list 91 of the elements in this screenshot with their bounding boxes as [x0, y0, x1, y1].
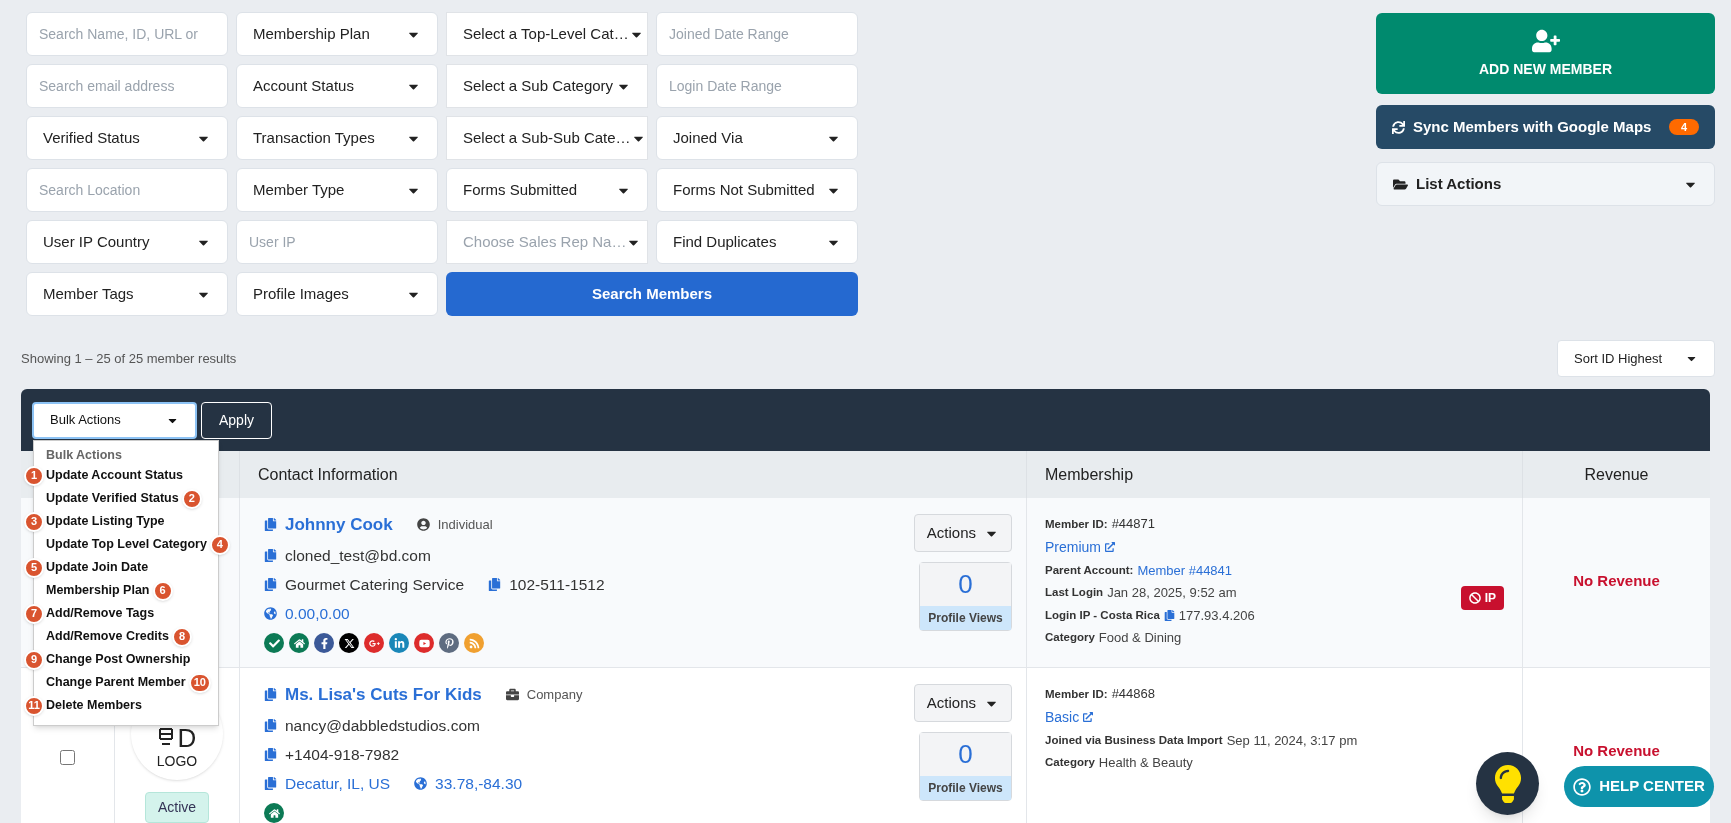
filter-dropdown[interactable]: User IP Country: [26, 220, 228, 264]
sort-dropdown[interactable]: Sort ID Highest: [1557, 340, 1715, 377]
results-count: Showing 1 – 25 of 25 member results: [21, 349, 237, 368]
detail-label: Joined via Business Data Import: [1045, 732, 1223, 748]
contact-link[interactable]: Decatur, IL, US: [285, 772, 391, 796]
views-count: 0: [920, 733, 1011, 776]
sync-button[interactable]: Sync Members with Google Maps 4: [1376, 105, 1715, 149]
step-badge: 4: [209, 534, 230, 555]
add-member-button[interactable]: ADD NEW MEMBER: [1376, 13, 1715, 94]
detail-link[interactable]: Member #44841: [1137, 560, 1233, 580]
member-name-link[interactable]: Johnny Cook: [285, 512, 393, 538]
apply-button[interactable]: Apply: [201, 401, 272, 439]
detail-value: Jan 28, 2025, 9:52 am: [1107, 584, 1237, 602]
detail-label: Parent Account:: [1045, 562, 1134, 578]
menu-item[interactable]: Add/Remove Credits: [46, 627, 169, 646]
menu-item[interactable]: Update Top Level Category: [46, 535, 207, 554]
detail-label: Last Login: [1045, 585, 1104, 601]
filter-dropdown[interactable]: Membership Plan: [236, 12, 438, 56]
menu-header: Bulk Actions: [46, 447, 123, 464]
filter-dropdown[interactable]: Profile Images: [236, 272, 438, 316]
member-type: Individual: [437, 516, 493, 534]
member-id: #44868: [1111, 685, 1155, 703]
list-actions-dropdown[interactable]: List Actions: [1376, 162, 1715, 206]
filter-field[interactable]: Search Name, ID, URL or: [26, 12, 228, 56]
contact-text: Gourmet Catering Service: [285, 574, 465, 595]
detail-label: Category: [1045, 755, 1095, 771]
filter-dropdown[interactable]: Find Duplicates: [656, 220, 858, 264]
detail-value: Sep 11, 2024, 3:17 pm: [1226, 731, 1358, 750]
filter-dropdown[interactable]: Select a Top-Level Cat…: [446, 12, 648, 56]
detail-label: Category: [1045, 630, 1095, 646]
actions-button[interactable]: Actions: [913, 514, 1012, 552]
contact-link[interactable]: 0.00,0.00: [285, 602, 350, 626]
contact-text: 102-511-1512: [509, 574, 605, 595]
filter-dropdown[interactable]: Forms Submitted: [446, 168, 648, 212]
status-badge: Active: [144, 792, 210, 823]
menu-item[interactable]: Change Parent Member: [46, 673, 186, 692]
filter-dropdown[interactable]: Verified Status: [26, 116, 228, 160]
detail-value: Health & Beauty: [1098, 754, 1193, 772]
contact-text: nancy@dabbledstudios.com: [285, 715, 480, 736]
filter-dropdown[interactable]: Member Type: [236, 168, 438, 212]
column-header: Revenue: [1583, 464, 1650, 485]
step-badge: 6: [152, 580, 173, 601]
filter-dropdown[interactable]: Member Tags: [26, 272, 228, 316]
filter-field[interactable]: Search Location: [26, 168, 228, 212]
step-badge: 2: [181, 488, 202, 509]
filter-field[interactable]: Login Date Range: [656, 64, 858, 108]
views-count: 0: [920, 563, 1011, 606]
member-name-link[interactable]: Ms. Lisa's Cuts For Kids: [285, 682, 482, 708]
views-label: Profile Views: [920, 606, 1011, 630]
filter-dropdown[interactable]: Transaction Types: [236, 116, 438, 160]
menu-item[interactable]: Update Verified Status: [46, 489, 179, 508]
filter-field[interactable]: User IP: [236, 220, 438, 264]
actions-button[interactable]: Actions: [913, 684, 1012, 722]
count-badge: 4: [1668, 119, 1699, 135]
menu-item[interactable]: Add/Remove Tags: [46, 604, 155, 623]
step-badge: 8: [171, 626, 192, 647]
revenue-text: No Revenue: [1573, 741, 1660, 761]
logo-letter: D: [177, 725, 197, 751]
detail-label: Member ID:: [1045, 517, 1108, 532]
filter-dropdown[interactable]: Forms Not Submitted: [656, 168, 858, 212]
filter-field[interactable]: Joined Date Range: [656, 12, 858, 56]
filter-dropdown[interactable]: Joined Via: [656, 116, 858, 160]
contact-link[interactable]: 33.78,-84.30: [435, 772, 523, 796]
step-badge: 10: [188, 672, 211, 693]
help-center-button[interactable]: HELP CENTER: [1564, 766, 1714, 807]
menu-item[interactable]: Membership Plan: [46, 581, 150, 600]
filter-dropdown[interactable]: Select a Sub-Sub Cate…: [446, 116, 648, 160]
filter-dropdown[interactable]: Select a Sub Category: [446, 64, 648, 108]
ip-block-badge[interactable]: IP: [1460, 586, 1504, 610]
detail-value: Food & Dining: [1098, 629, 1182, 647]
detail-label: Member ID:: [1045, 687, 1108, 702]
contact-text: +1404-918-7982: [285, 744, 400, 765]
menu-item[interactable]: Change Post Ownership: [46, 650, 191, 669]
logo-caption: LOGO: [156, 752, 198, 771]
contact-text: cloned_test@bd.com: [285, 545, 431, 566]
plan-link[interactable]: Premium: [1045, 536, 1101, 558]
member-type: Company: [526, 686, 583, 704]
member-id: #44871: [1111, 515, 1155, 533]
views-label: Profile Views: [920, 776, 1011, 800]
bulk-actions-dropdown[interactable]: Bulk Actions: [32, 401, 197, 439]
plan-link[interactable]: Basic: [1045, 706, 1080, 728]
detail-value: 177.93.4.206: [1178, 606, 1255, 625]
menu-item[interactable]: Update Listing Type: [46, 512, 165, 531]
filter-field[interactable]: Search email address: [26, 64, 228, 108]
menu-item[interactable]: Update Join Date: [46, 558, 149, 577]
revenue-text: No Revenue: [1573, 571, 1660, 591]
menu-item[interactable]: Delete Members: [46, 696, 142, 715]
detail-label: Login IP - Costa Rica: [1045, 607, 1160, 623]
menu-item[interactable]: Update Account Status: [46, 466, 184, 485]
filter-dropdown[interactable]: Account Status: [236, 64, 438, 108]
search-button[interactable]: Search Members: [446, 272, 858, 316]
